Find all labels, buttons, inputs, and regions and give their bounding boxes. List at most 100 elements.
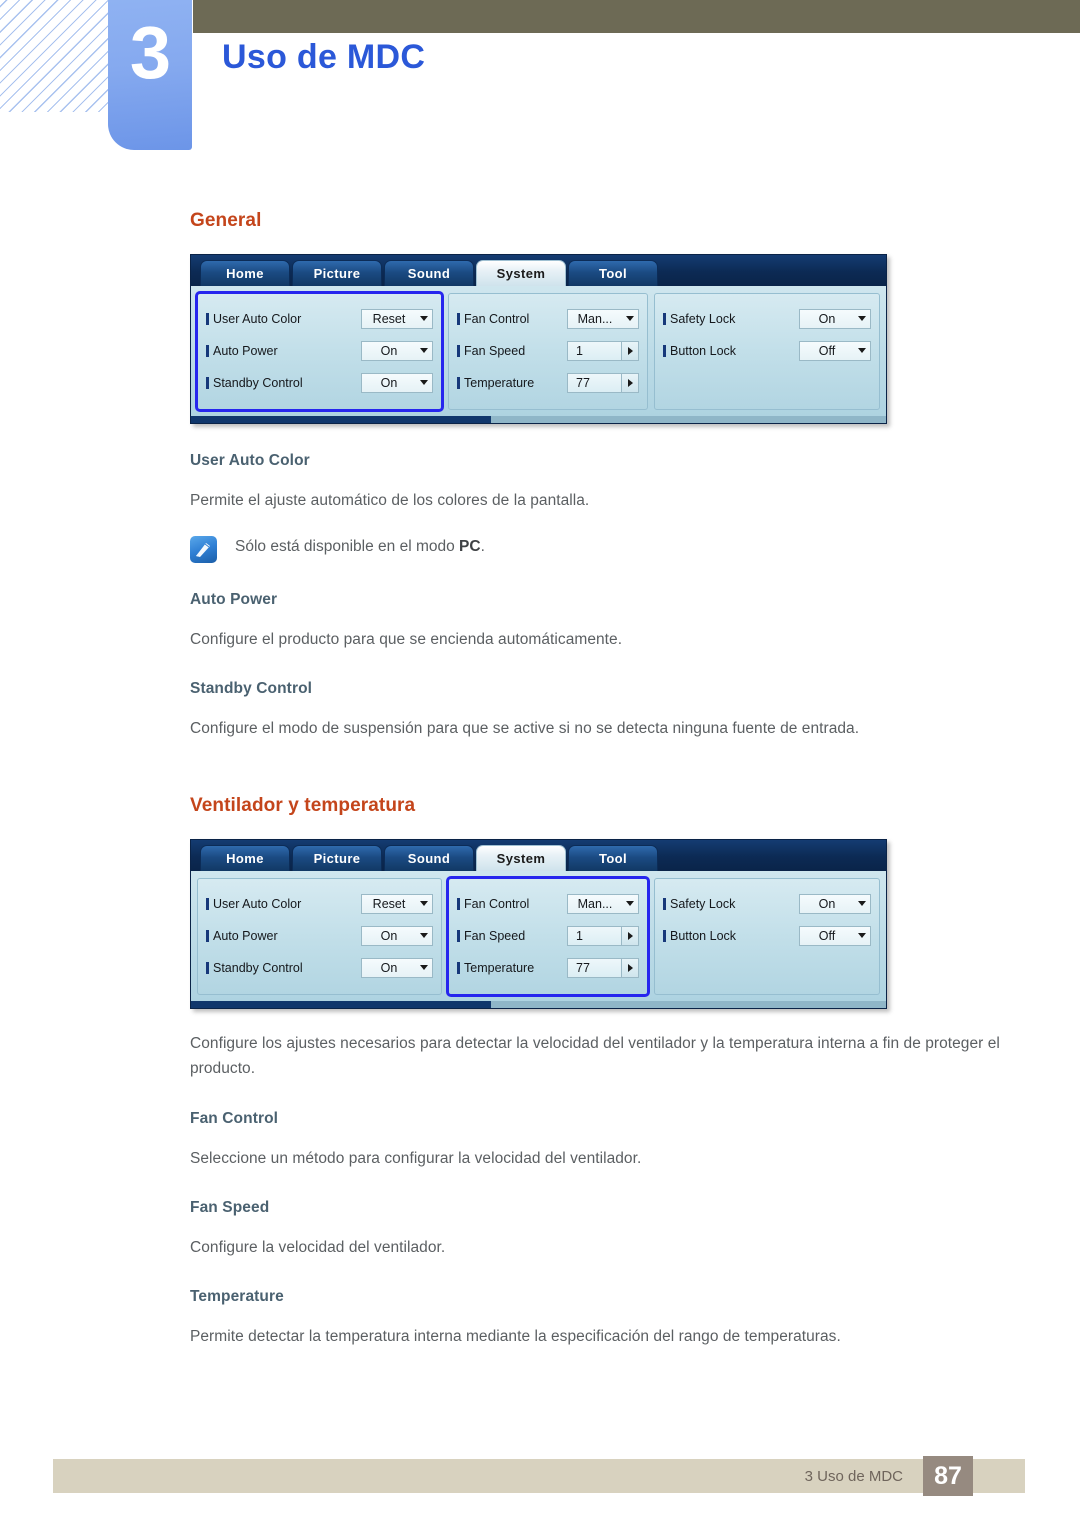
tab-home[interactable]: Home — [200, 260, 290, 286]
label-safety-lock-2: Safety Lock — [663, 897, 799, 911]
caret-right-icon[interactable] — [621, 958, 638, 977]
dropdown-fan-control-2[interactable]: Man... — [567, 893, 639, 914]
value-standby-control-1: On — [380, 375, 398, 390]
row-standby-control-1: Standby Control On — [206, 367, 433, 398]
value-fan-speed-2: 1 — [568, 926, 621, 945]
footer-bar: 3 Uso de MDC 87 — [53, 1456, 1025, 1496]
label-marker-icon — [663, 312, 666, 325]
caret-right-icon[interactable] — [621, 373, 638, 392]
tab-picture-2[interactable]: Picture — [292, 845, 382, 872]
chevron-down-icon[interactable] — [416, 959, 432, 977]
chevron-down-icon[interactable] — [854, 342, 870, 360]
chevron-down-icon[interactable] — [416, 895, 432, 913]
label-marker-icon — [663, 897, 666, 910]
spinner-temperature-1[interactable]: 77 — [567, 372, 639, 393]
chevron-down-icon[interactable] — [416, 374, 432, 392]
mdc-screenshot-fan: Home Picture Sound System Tool User Auto… — [190, 839, 1030, 1010]
subheading-standby-control: Standby Control — [190, 680, 313, 698]
chevron-down-icon[interactable] — [854, 895, 870, 913]
row-user-auto-color-2: User Auto Color Reset — [206, 888, 433, 919]
label-button-lock-2: Button Lock — [663, 929, 799, 943]
tab-picture[interactable]: Picture — [292, 260, 382, 286]
tab-tool-2[interactable]: Tool — [568, 845, 658, 872]
section-heading-ventilador: Ventilador y temperatura — [190, 795, 416, 817]
label-standby-control-1: Standby Control — [206, 376, 361, 390]
subheading-fan-control: Fan Control — [190, 1109, 279, 1127]
tab-sound-2[interactable]: Sound — [384, 845, 474, 872]
tab-system-2[interactable]: System — [476, 845, 566, 872]
label-marker-icon — [457, 344, 460, 357]
spinner-fan-speed-1[interactable]: 1 — [567, 340, 639, 361]
chevron-down-icon[interactable] — [416, 310, 432, 328]
page-number: 87 — [923, 1456, 973, 1496]
section-heading-general: General — [190, 210, 262, 231]
panel-fan-settings-2: Fan Control Man... Fan Speed 1 Temperatu… — [446, 876, 650, 998]
spinner-temperature-2[interactable]: 77 — [567, 957, 639, 978]
label-temperature-1: Temperature — [457, 376, 567, 390]
label-standby-control-2: Standby Control — [206, 961, 361, 975]
body-fan-speed: Configure la velocidad del ventilador. — [190, 1238, 446, 1256]
value-user-auto-color-2: Reset — [372, 896, 406, 911]
label-user-auto-color-2: User Auto Color — [206, 897, 361, 911]
label-user-auto-color-1: User Auto Color — [206, 312, 361, 326]
row-temperature-1: Temperature 77 — [457, 367, 639, 398]
content-column: General Home Picture Sound System Tool U… — [190, 210, 1030, 1355]
subheading-user-auto-color: User Auto Color — [190, 452, 310, 469]
dropdown-standby-control-1[interactable]: On — [361, 372, 433, 393]
chevron-down-icon[interactable] — [416, 342, 432, 360]
dropdown-safety-lock-1[interactable]: On — [799, 308, 871, 329]
dropdown-user-auto-color-1[interactable]: Reset — [361, 308, 433, 329]
mdc-tab-bar-1: Home Picture Sound System Tool — [191, 255, 886, 286]
dropdown-auto-power-1[interactable]: On — [361, 340, 433, 361]
chevron-down-icon[interactable] — [622, 895, 638, 913]
chevron-down-icon[interactable] — [854, 310, 870, 328]
chapter-number-badge: 3 — [108, 0, 192, 150]
value-temperature-2: 77 — [568, 958, 621, 977]
page-title: Uso de MDC — [222, 38, 426, 76]
body-temperature: Permite detectar la temperatura interna … — [190, 1327, 841, 1345]
tab-home-2[interactable]: Home — [200, 845, 290, 872]
value-standby-control-2: On — [380, 960, 398, 975]
chevron-down-icon[interactable] — [854, 927, 870, 945]
mdc-body-2: User Auto Color Reset Auto Power On Stan… — [191, 871, 886, 1002]
row-safety-lock-1: Safety Lock On — [663, 303, 871, 334]
note-text-after: . — [480, 538, 485, 556]
row-button-lock-2: Button Lock Off — [663, 920, 871, 951]
chevron-down-icon[interactable] — [622, 310, 638, 328]
tab-system[interactable]: System — [476, 260, 566, 286]
value-safety-lock-2: On — [818, 896, 836, 911]
panel-lock-settings-1: Safety Lock On Button Lock Off — [654, 293, 880, 410]
note-text: Sólo está disponible en el modo PC. — [235, 535, 485, 558]
footer-chapter-label: 3 Uso de MDC — [804, 1468, 903, 1485]
row-fan-control-1: Fan Control Man... — [457, 303, 639, 334]
mdc-status-strip-2 — [191, 1001, 886, 1009]
panel-lock-settings-2: Safety Lock On Button Lock Off — [654, 878, 880, 996]
panel-general-settings-2: User Auto Color Reset Auto Power On Stan… — [197, 878, 442, 996]
value-user-auto-color-1: Reset — [372, 311, 406, 326]
label-marker-icon — [206, 344, 209, 357]
header-olive-band — [193, 0, 1080, 33]
dropdown-button-lock-1[interactable]: Off — [799, 340, 871, 361]
body-user-auto-color: Permite el ajuste automático de los colo… — [190, 492, 590, 509]
body-auto-power: Configure el producto para que se encien… — [190, 631, 623, 649]
dropdown-fan-control-1[interactable]: Man... — [567, 308, 639, 329]
caret-right-icon[interactable] — [621, 926, 638, 945]
chevron-down-icon[interactable] — [416, 927, 432, 945]
tab-tool[interactable]: Tool — [568, 260, 658, 286]
spinner-fan-speed-2[interactable]: 1 — [567, 925, 639, 946]
dropdown-safety-lock-2[interactable]: On — [799, 893, 871, 914]
label-auto-power-2: Auto Power — [206, 929, 361, 943]
tab-sound[interactable]: Sound — [384, 260, 474, 286]
label-marker-icon — [457, 312, 460, 325]
dropdown-auto-power-2[interactable]: On — [361, 925, 433, 946]
mdc-status-strip-1 — [191, 416, 886, 423]
note-text-bold: PC — [459, 538, 481, 556]
dropdown-user-auto-color-2[interactable]: Reset — [361, 893, 433, 914]
caret-right-icon[interactable] — [621, 341, 638, 360]
chapter-number: 3 — [129, 11, 171, 94]
dropdown-standby-control-2[interactable]: On — [361, 957, 433, 978]
dropdown-button-lock-2[interactable]: Off — [799, 925, 871, 946]
note-pen-icon — [190, 536, 217, 564]
label-fan-control-2: Fan Control — [457, 897, 567, 911]
mdc-window-2: Home Picture Sound System Tool User Auto… — [190, 839, 887, 1010]
